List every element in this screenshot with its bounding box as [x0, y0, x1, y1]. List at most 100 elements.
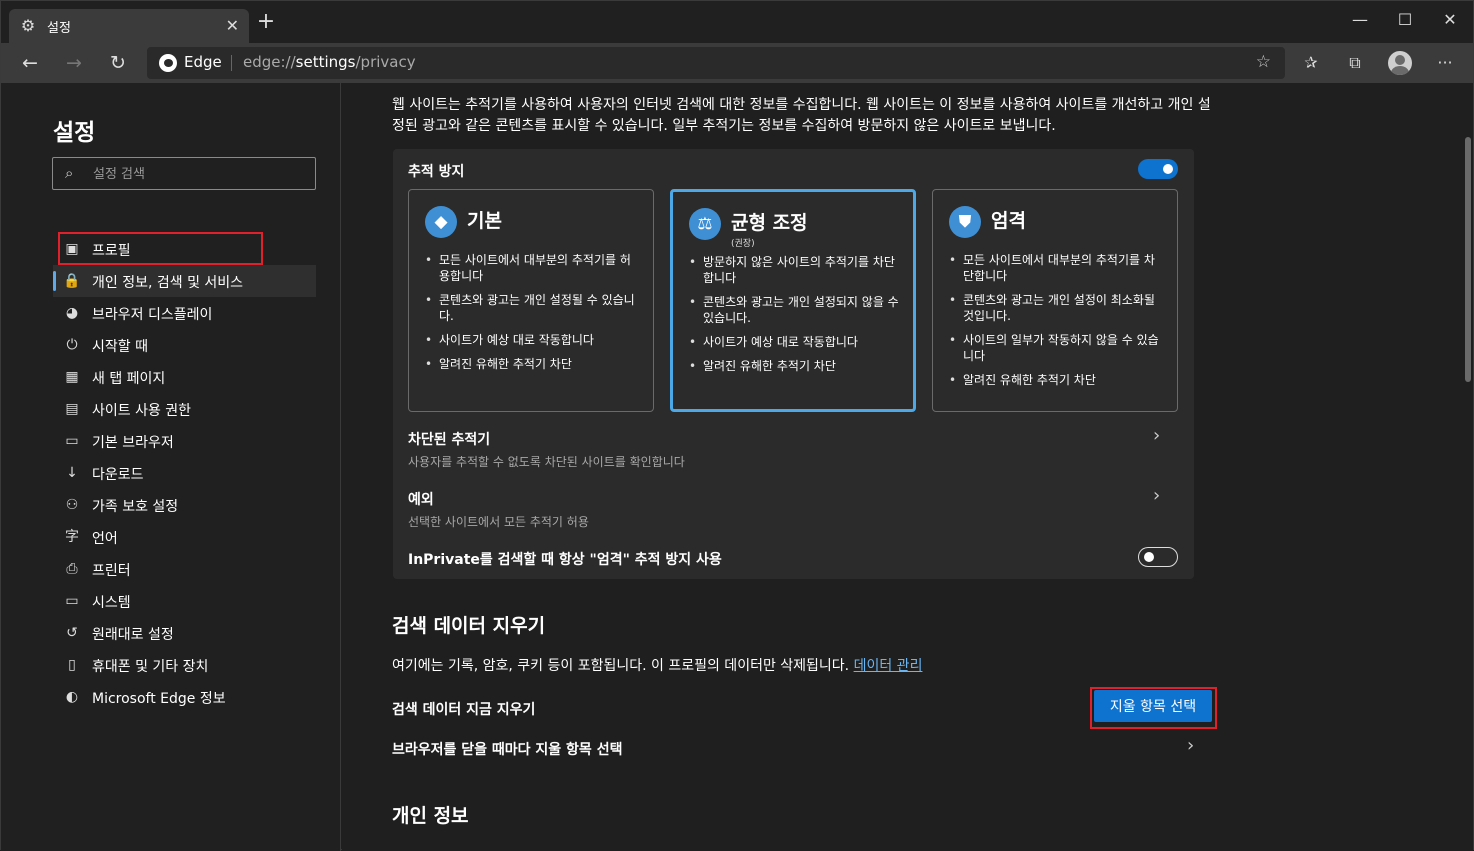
exceptions-chevron-icon[interactable]: › [1153, 485, 1160, 506]
clear-data-now-label: 검색 데이터 지금 지우기 [392, 702, 536, 718]
settings-main: 웹 사이트는 추적기를 사용하여 사용자의 인터넷 검색에 대한 정보를 수집합… [342, 83, 1463, 851]
blocked-trackers-chevron-icon[interactable]: › [1153, 425, 1160, 446]
tab-bar: ⚙ 설정 ✕ + — ☐ ✕ [1, 1, 1473, 43]
family-icon: ⚇ [65, 497, 79, 513]
address-brand: Edge [184, 53, 222, 71]
inprivate-strict-toggle[interactable] [1138, 547, 1178, 567]
sidebar-item-label: 휴대폰 및 기타 장치 [92, 659, 209, 675]
sidebar-item-13[interactable]: ▯ 휴대폰 및 기타 장치 [53, 649, 316, 681]
tracking-option-bullet: 알려진 유해한 추적기 차단 [425, 356, 639, 372]
manage-data-link[interactable]: 데이터 관리 [854, 658, 923, 674]
scrollbar-thumb[interactable] [1465, 137, 1471, 382]
tracking-option-2[interactable]: ⛊ 엄격모든 사이트에서 대부분의 추적기를 차단합니다콘텐츠와 광고는 개인 설… [932, 189, 1178, 412]
favorites-icon[interactable]: ✰ [1298, 51, 1324, 75]
tracking-prevention-toggle[interactable] [1138, 159, 1178, 179]
tracking-option-name: 균형 조정 [731, 212, 808, 234]
tracking-prevention-title: 추적 방지 [408, 164, 465, 180]
gear-icon: ⚙ [20, 16, 36, 35]
highlight-clear-button [1090, 687, 1217, 729]
profile-avatar[interactable] [1388, 51, 1412, 75]
sidebar-item-label: 언어 [92, 531, 118, 547]
sidebar-item-6[interactable]: ▭ 기본 브라우저 [53, 425, 316, 457]
tracking-option-1[interactable]: ⚖ 균형 조정 (권장) 방문하지 않은 사이트의 추적기를 차단합니다콘텐츠와 광고… [670, 189, 916, 412]
sidebar-item-12[interactable]: ↺ 원래대로 설정 [53, 617, 316, 649]
back-button[interactable]: ← [15, 49, 45, 77]
sidebar-item-label: 개인 정보, 검색 및 서비스 [92, 275, 244, 291]
toolbar: ← → ↻ Edge edge://settings/privacy ☆ ✰ ⧉… [1, 43, 1473, 83]
tracking-option-bullet: 사이트의 일부가 작동하지 않을 수 있습니다 [949, 332, 1163, 364]
tracking-option-bullet: 콘텐츠와 광고는 개인 설정될 수 있습니다. [425, 292, 639, 324]
sidebar-item-8[interactable]: ⚇ 가족 보호 설정 [53, 489, 316, 521]
sidebar-item-10[interactable]: ⎙ 프린터 [53, 553, 316, 585]
tracking-option-bullet: 콘텐츠와 광고는 개인 설정되지 않을 수 있습니다. [689, 294, 903, 326]
more-options-icon[interactable]: ··· [1432, 51, 1458, 75]
tracking-option-subtitle: (권장) [731, 239, 755, 249]
printer-icon: ⎙ [66, 561, 78, 577]
settings-search-input[interactable] [93, 163, 303, 185]
address-bar[interactable]: Edge edge://settings/privacy ☆ [147, 47, 1285, 79]
power-icon: ⏻ [66, 337, 78, 353]
default-browser-icon: ▭ [65, 433, 79, 449]
forward-button[interactable]: → [59, 49, 89, 77]
refresh-icon: ↻ [110, 52, 126, 74]
sidebar-item-7[interactable]: ↓ 다운로드 [53, 457, 316, 489]
settings-search-box[interactable]: ⌕ [52, 157, 316, 190]
tracking-option-0[interactable]: ◆ 기본모든 사이트에서 대부분의 추적기를 허용합니다콘텐츠와 광고는 개인 설… [408, 189, 654, 412]
sidebar-item-11[interactable]: ▭ 시스템 [53, 585, 316, 617]
favorite-star-icon[interactable]: ☆ [1256, 52, 1271, 72]
tracking-option-name: 기본 [467, 210, 502, 232]
blocked-trackers-subtitle: 사용자를 추적할 수 없도록 차단된 사이트를 확인합니다 [408, 455, 685, 469]
tab-settings[interactable]: ⚙ 설정 ✕ [9, 9, 249, 43]
shield-icon: ⛊ [949, 206, 981, 238]
sidebar-item-9[interactable]: 字 언어 [53, 521, 316, 553]
clear-on-close-chevron-icon[interactable]: › [1187, 735, 1194, 756]
edge-icon: ◐ [65, 689, 79, 705]
phone-icon: ▯ [68, 657, 76, 673]
inprivate-strict-label: InPrivate를 검색할 때 항상 "엄격" 추적 방지 사용 [408, 552, 722, 568]
sidebar-item-label: 시작할 때 [92, 339, 148, 355]
close-window-button[interactable]: ✕ [1427, 7, 1473, 33]
new-tab-page-icon: ▦ [65, 369, 79, 385]
sidebar-item-label: 사이트 사용 권한 [92, 403, 192, 419]
sidebar-item-5[interactable]: ▤ 사이트 사용 권한 [53, 393, 316, 425]
sidebar-item-1[interactable]: 🔒 개인 정보, 검색 및 서비스 [53, 265, 316, 297]
palette-icon: ◕ [65, 305, 79, 321]
sidebar-item-3[interactable]: ⏻ 시작할 때 [53, 329, 316, 361]
tracking-option-bullets: 모든 사이트에서 대부분의 추적기를 차단합니다콘텐츠와 광고는 개인 설정이 … [949, 252, 1163, 396]
reset-icon: ↺ [66, 625, 78, 641]
tracking-option-name: 엄격 [991, 210, 1026, 232]
exceptions-title[interactable]: 예외 [408, 489, 434, 509]
blocked-trackers-title[interactable]: 차단된 추적기 [408, 429, 490, 449]
main-scrollbar[interactable] [1463, 83, 1473, 851]
address-separator [231, 55, 232, 71]
tab-close-button[interactable]: ✕ [226, 16, 239, 35]
search-icon: ⌕ [65, 164, 74, 182]
personal-info-section-title: 개인 정보 [392, 805, 469, 827]
tracking-option-bullets: 방문하지 않은 사이트의 추적기를 차단합니다콘텐츠와 광고는 개인 설정되지 … [689, 254, 903, 382]
minimize-button[interactable]: — [1337, 7, 1383, 33]
refresh-button[interactable]: ↻ [103, 49, 133, 77]
site-permissions-icon: ▤ [65, 401, 79, 417]
clear-on-close-label[interactable]: 브라우저를 닫을 때마다 지울 항목 선택 [392, 739, 622, 759]
settings-sidebar: 설정 ⌕ ▣프로필🔒개인 정보, 검색 및 서비스◕브라우저 디스플레이⏻시작할… [1, 83, 341, 851]
new-tab-button[interactable]: + [255, 11, 277, 33]
sidebar-item-label: 시스템 [92, 595, 131, 611]
language-icon: 字 [65, 529, 79, 545]
sidebar-item-label: 프린터 [92, 563, 131, 579]
lock-icon: 🔒 [63, 273, 81, 289]
tracking-option-bullet: 사이트가 예상 대로 작동합니다 [689, 334, 903, 350]
sidebar-item-4[interactable]: ▦ 새 탭 페이지 [53, 361, 316, 393]
highlight-privacy-item [58, 232, 263, 265]
basic-shapes-icon: ◆ [425, 206, 457, 238]
tracking-option-bullet: 콘텐츠와 광고는 개인 설정이 최소화될 것입니다. [949, 292, 1163, 324]
system-icon: ▭ [65, 593, 79, 609]
sidebar-item-label: 브라우저 디스플레이 [92, 307, 213, 323]
sidebar-item-label: 다운로드 [92, 467, 144, 483]
sidebar-item-14[interactable]: ◐ Microsoft Edge 정보 [53, 681, 316, 713]
tab-title: 설정 [47, 21, 71, 36]
edge-logo-icon [159, 54, 177, 72]
collections-icon[interactable]: ⧉ [1342, 51, 1368, 75]
address-url[interactable]: edge://settings/privacy [243, 53, 416, 71]
maximize-button[interactable]: ☐ [1382, 7, 1428, 33]
sidebar-item-2[interactable]: ◕ 브라우저 디스플레이 [53, 297, 316, 329]
